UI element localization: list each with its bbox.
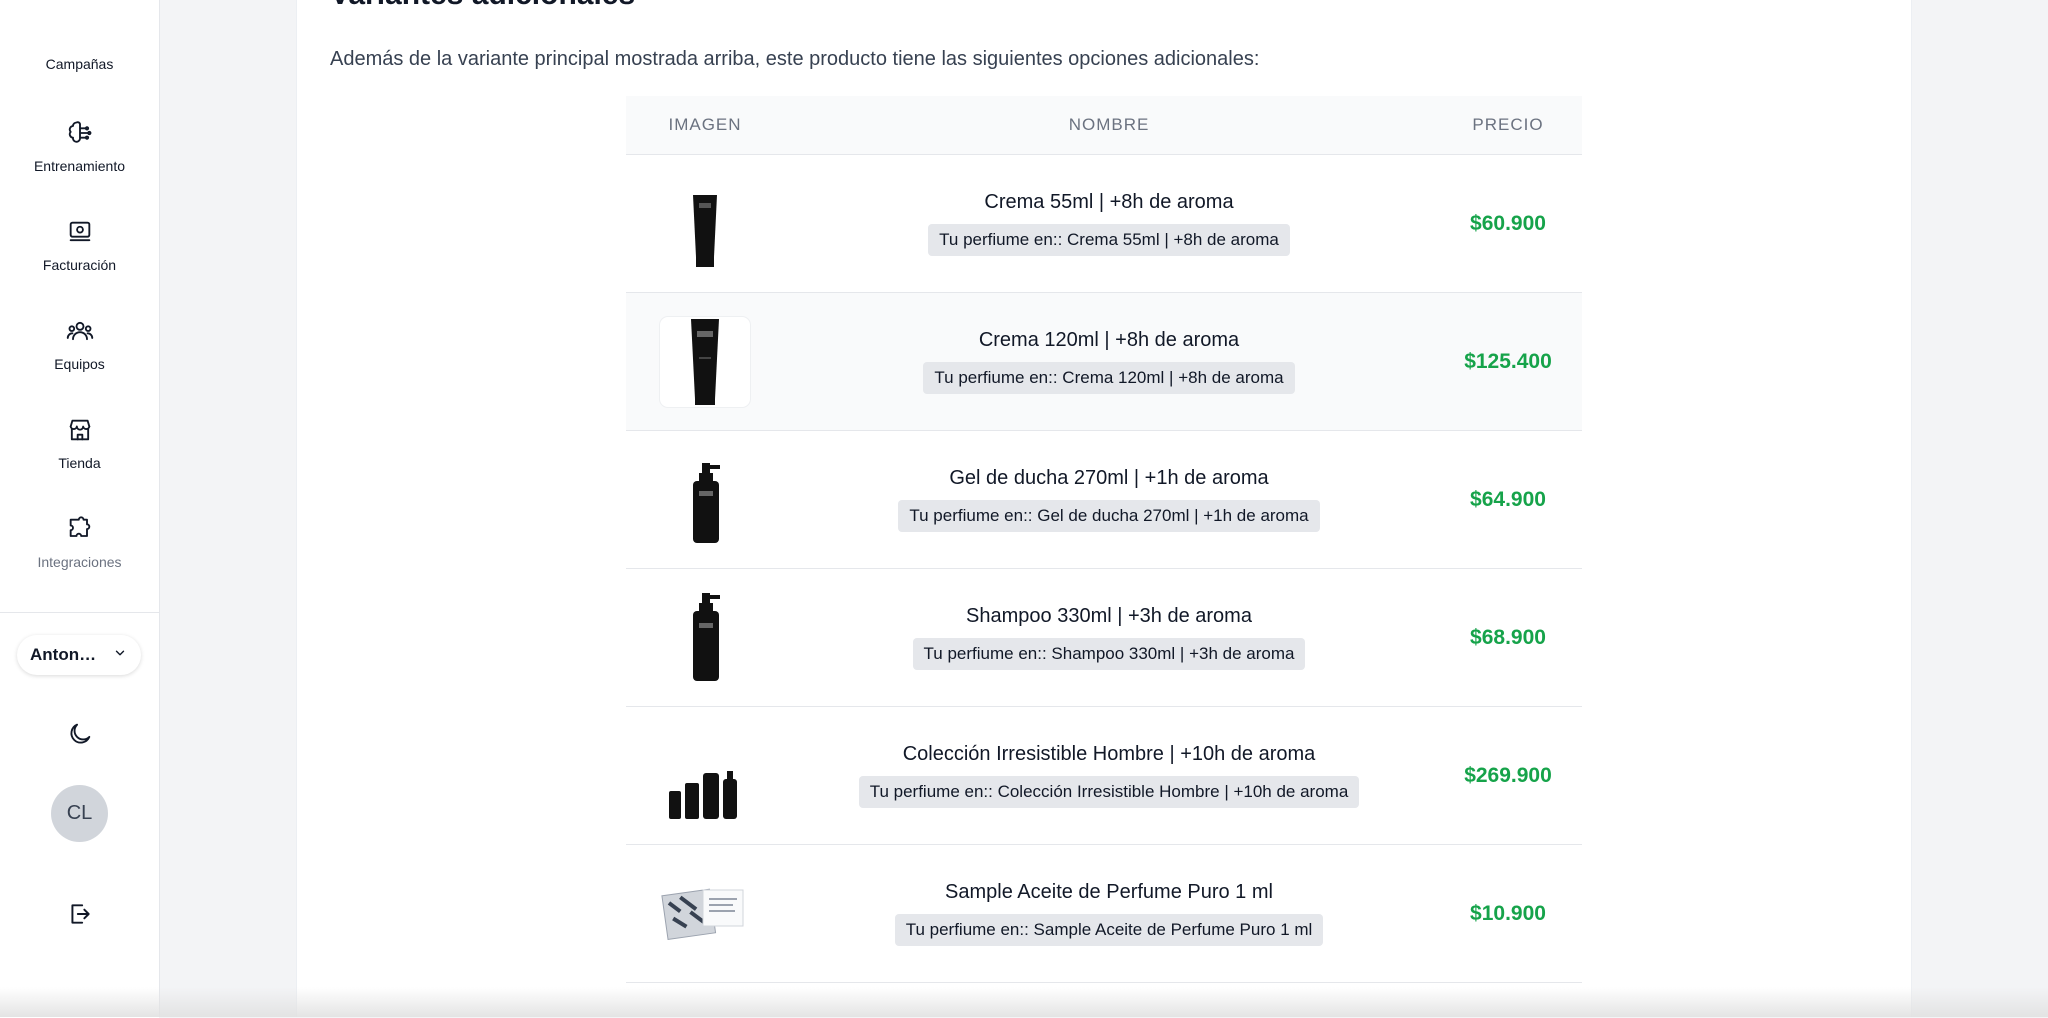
sidebar-item-entrenamiento[interactable]: Entrenamiento — [0, 118, 159, 208]
sidebar: Campañas Entrenamiento Facturación Equip… — [0, 0, 160, 1018]
sidebar-item-label: Facturación — [42, 257, 117, 273]
table-row[interactable]: Shampoo 330ml | +3h de aroma Tu perfiume… — [626, 569, 1582, 707]
variant-name: Crema 55ml | +8h de aroma — [984, 191, 1234, 213]
variant-price: $68.900 — [1470, 625, 1546, 649]
table-header: IMAGEN NOMBRE PRECIO — [626, 96, 1582, 155]
sidebar-item-tienda[interactable]: Tienda — [0, 415, 159, 505]
sidebar-item-label: Campañas — [45, 56, 114, 72]
billing-icon — [65, 217, 95, 247]
variant-tag: Tu perfiume en:: Crema 55ml | +8h de aro… — [928, 224, 1290, 256]
store-icon — [65, 415, 95, 445]
variant-tag: Tu perfiume en:: Crema 120ml | +8h de ar… — [923, 362, 1295, 394]
table-row[interactable]: Sample Aceite de Perfume Puro 1 ml Tu pe… — [626, 845, 1582, 983]
logout-icon — [67, 901, 93, 932]
column-header-image: IMAGEN — [668, 115, 742, 134]
variant-price: $64.900 — [1470, 487, 1546, 511]
product-image — [660, 868, 750, 959]
product-image — [660, 592, 750, 683]
avatar[interactable]: CL — [51, 785, 108, 842]
user-select[interactable]: Anton… — [17, 635, 141, 675]
column-header-price: PRECIO — [1472, 115, 1544, 134]
puzzle-icon — [65, 514, 95, 544]
sidebar-item-campanas[interactable]: Campañas — [0, 34, 159, 74]
table-row[interactable]: Crema 120ml | +8h de aroma Tu perfiume e… — [626, 293, 1582, 431]
column-header-name: NOMBRE — [1068, 115, 1150, 134]
variant-name: Sample Aceite de Perfume Puro 1 ml — [945, 881, 1273, 903]
variant-name: Colección Irresistible Hombre | +10h de … — [902, 743, 1316, 765]
product-image — [660, 730, 750, 821]
variant-tag: Tu perfiume en:: Shampoo 330ml | +3h de … — [912, 638, 1306, 670]
logout-button[interactable] — [62, 898, 98, 934]
sidebar-item-label: Entrenamiento — [33, 158, 126, 174]
table-row[interactable]: Colección Irresistible Hombre | +10h de … — [626, 707, 1582, 845]
product-image — [660, 454, 750, 545]
sidebar-item-label: Tienda — [58, 455, 101, 471]
variant-name: Gel de ducha 270ml | +1h de aroma — [949, 467, 1269, 489]
table-row[interactable]: Crema 55ml | +8h de aroma Tu perfiume en… — [626, 155, 1582, 293]
variant-price: $125.400 — [1464, 349, 1552, 373]
sidebar-item-integraciones[interactable]: Integraciones — [0, 514, 159, 604]
section-intro: Además de la variante principal mostrada… — [330, 48, 1260, 70]
variant-name: Crema 120ml | +8h de aroma — [978, 329, 1240, 351]
sidebar-item-equipos[interactable]: Equipos — [0, 316, 159, 406]
variant-tag: Tu perfiume en:: Sample Aceite de Perfum… — [894, 914, 1324, 946]
team-icon — [65, 316, 95, 346]
product-image — [660, 316, 750, 407]
product-image — [660, 178, 750, 269]
user-select-value: Anton… — [30, 645, 97, 664]
section-title: Variantes adicionales — [330, 0, 635, 12]
moon-icon — [66, 720, 94, 753]
chevron-down-icon — [113, 646, 127, 665]
bottom-fade — [0, 987, 2048, 1017]
variant-price: $60.900 — [1470, 211, 1546, 235]
sidebar-item-label: Equipos — [54, 356, 105, 372]
variant-tag: Tu perfiume en:: Colección Irresistible … — [858, 776, 1360, 808]
brain-icon — [65, 118, 95, 148]
variants-table: IMAGEN NOMBRE PRECIO Crema 55ml | +8h de… — [626, 96, 1582, 983]
dark-mode-toggle[interactable] — [60, 716, 100, 756]
variant-price: $269.900 — [1464, 763, 1552, 787]
variant-name: Shampoo 330ml | +3h de aroma — [966, 605, 1252, 627]
sidebar-item-label: Integraciones — [37, 554, 122, 570]
variant-price: $10.900 — [1470, 901, 1546, 925]
sidebar-item-facturacion[interactable]: Facturación — [0, 217, 159, 307]
variant-tag: Tu perfiume en:: Gel de ducha 270ml | +1… — [898, 500, 1320, 532]
table-row[interactable]: Gel de ducha 270ml | +1h de aroma Tu per… — [626, 431, 1582, 569]
sidebar-footer: Anton… CL — [0, 612, 159, 1018]
